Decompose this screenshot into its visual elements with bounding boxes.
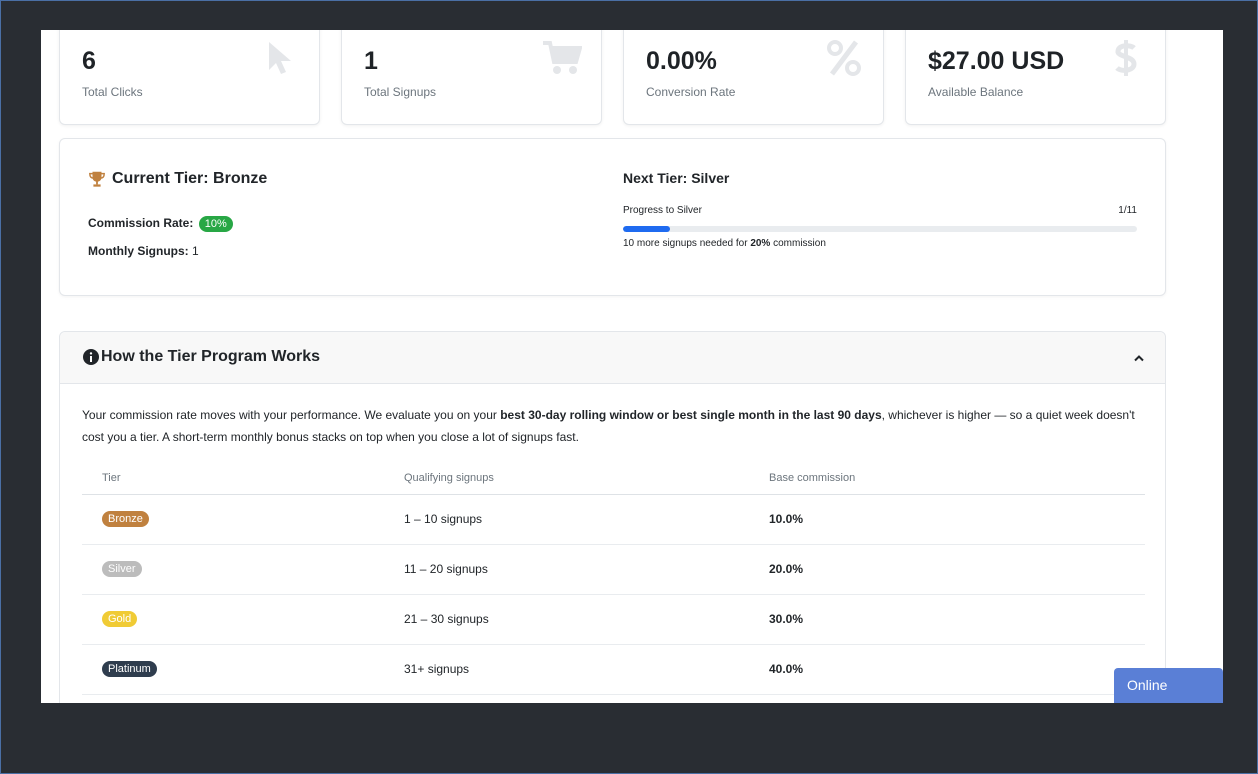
- table-header-row: Tier Qualifying signups Base commission: [82, 462, 1145, 495]
- commission-cell: 20.0%: [749, 544, 1145, 595]
- monthly-signups-label: Monthly Signups:: [88, 244, 189, 258]
- tier-status-card: Current Tier: Bronze Commission Rate: 10…: [59, 138, 1166, 296]
- commission-rate-badge: 10%: [198, 216, 233, 232]
- table-row: Gold 21 – 30 signups 30.0%: [82, 594, 1145, 645]
- dollar-icon: [1105, 37, 1147, 79]
- cursor-icon: [259, 37, 301, 79]
- signups-cell: 11 – 20 signups: [384, 544, 749, 595]
- stat-label: Available Balance: [928, 85, 1024, 99]
- tier-badge: Bronze: [102, 511, 149, 527]
- cart-icon: [541, 37, 583, 79]
- column-header-signups: Qualifying signups: [384, 462, 749, 495]
- current-tier-heading: Current Tier: Bronze: [88, 170, 267, 188]
- stat-label: Conversion Rate: [646, 85, 736, 99]
- progress-note-suffix: commission: [773, 238, 826, 249]
- progress-note: 10 more signups needed for 20% commissio…: [623, 238, 826, 249]
- tier-progress-fill: [623, 226, 670, 232]
- tier-badge: Platinum: [102, 661, 157, 677]
- accordion-title-text: How the Tier Program Works: [101, 348, 321, 365]
- next-tier-title: Next Tier: Silver: [623, 170, 730, 186]
- tier-cell: Gold: [82, 594, 384, 645]
- description-emphasis: best 30-day rolling window or best singl…: [500, 408, 882, 422]
- stat-card-clicks: 6 Total Clicks: [59, 30, 320, 125]
- signups-cell: 21 – 30 signups: [384, 594, 749, 645]
- tier-cell: Bronze: [82, 494, 384, 545]
- column-header-tier: Tier: [82, 462, 384, 495]
- column-header-commission: Base commission: [749, 462, 1145, 495]
- commission-rate-label: Commission Rate:: [88, 216, 194, 230]
- percent-icon: [823, 37, 865, 79]
- commission-value: 30.0%: [769, 612, 804, 626]
- progress-label: Progress to Silver: [623, 205, 702, 216]
- stat-value: $27.00 USD: [928, 47, 1065, 75]
- tier-progress-bar: [623, 226, 1137, 232]
- current-tier-title: Current Tier: Bronze: [112, 170, 268, 187]
- progress-note-prefix: 10 more signups needed for: [623, 238, 748, 249]
- monthly-signups-value: 1: [192, 244, 199, 258]
- tier-program-accordion: How the Tier Program Works Your commissi…: [59, 331, 1166, 703]
- commission-cell: 40.0%: [749, 644, 1145, 695]
- stat-value: 6: [82, 47, 96, 75]
- tier-cell: Platinum: [82, 644, 384, 695]
- signups-cell: 31+ signups: [384, 644, 749, 695]
- stats-row: 6 Total Clicks 1 Total Signups 0.00% Con…: [59, 30, 1166, 125]
- info-icon: [83, 349, 99, 365]
- accordion-header[interactable]: How the Tier Program Works: [60, 332, 1165, 384]
- page-viewport: 6 Total Clicks 1 Total Signups 0.00% Con…: [41, 30, 1223, 703]
- accordion-body: Your commission rate moves with your per…: [60, 384, 1165, 695]
- signups-cell: 1 – 10 signups: [384, 494, 749, 545]
- tier-cell: Silver: [82, 544, 384, 595]
- stat-value: 0.00%: [646, 47, 717, 75]
- tier-table: Tier Qualifying signups Base commission …: [82, 462, 1145, 695]
- online-chat-tab[interactable]: Online: [1114, 668, 1223, 703]
- commission-value: 10.0%: [769, 512, 804, 526]
- stat-card-conversion: 0.00% Conversion Rate: [623, 30, 884, 125]
- commission-rate-line: Commission Rate: 10%: [88, 216, 233, 232]
- commission-value: 40.0%: [769, 662, 804, 676]
- accordion-title: How the Tier Program Works: [83, 348, 320, 366]
- table-row: Silver 11 – 20 signups 20.0%: [82, 544, 1145, 595]
- stat-label: Total Clicks: [82, 85, 143, 99]
- tier-badge: Gold: [102, 611, 138, 627]
- progress-note-rate: 20%: [750, 238, 771, 249]
- tier-badge: Silver: [102, 561, 142, 577]
- commission-cell: 30.0%: [749, 594, 1145, 645]
- stat-card-balance: $27.00 USD Available Balance: [905, 30, 1166, 125]
- progress-count: 1/11: [1118, 205, 1137, 216]
- stat-card-signups: 1 Total Signups: [341, 30, 602, 125]
- stat-value: 1: [364, 47, 378, 75]
- chevron-up-icon[interactable]: [1133, 352, 1145, 364]
- trophy-icon: [89, 171, 105, 187]
- monthly-signups-line: Monthly Signups: 1: [88, 244, 199, 258]
- description-text: Your commission rate moves with your per…: [82, 408, 497, 422]
- commission-value: 20.0%: [769, 562, 804, 576]
- program-description: Your commission rate moves with your per…: [82, 404, 1143, 448]
- table-row: Platinum 31+ signups 40.0%: [82, 644, 1145, 695]
- commission-cell: 10.0%: [749, 494, 1145, 545]
- table-row: Bronze 1 – 10 signups 10.0%: [82, 494, 1145, 545]
- stat-label: Total Signups: [364, 85, 437, 99]
